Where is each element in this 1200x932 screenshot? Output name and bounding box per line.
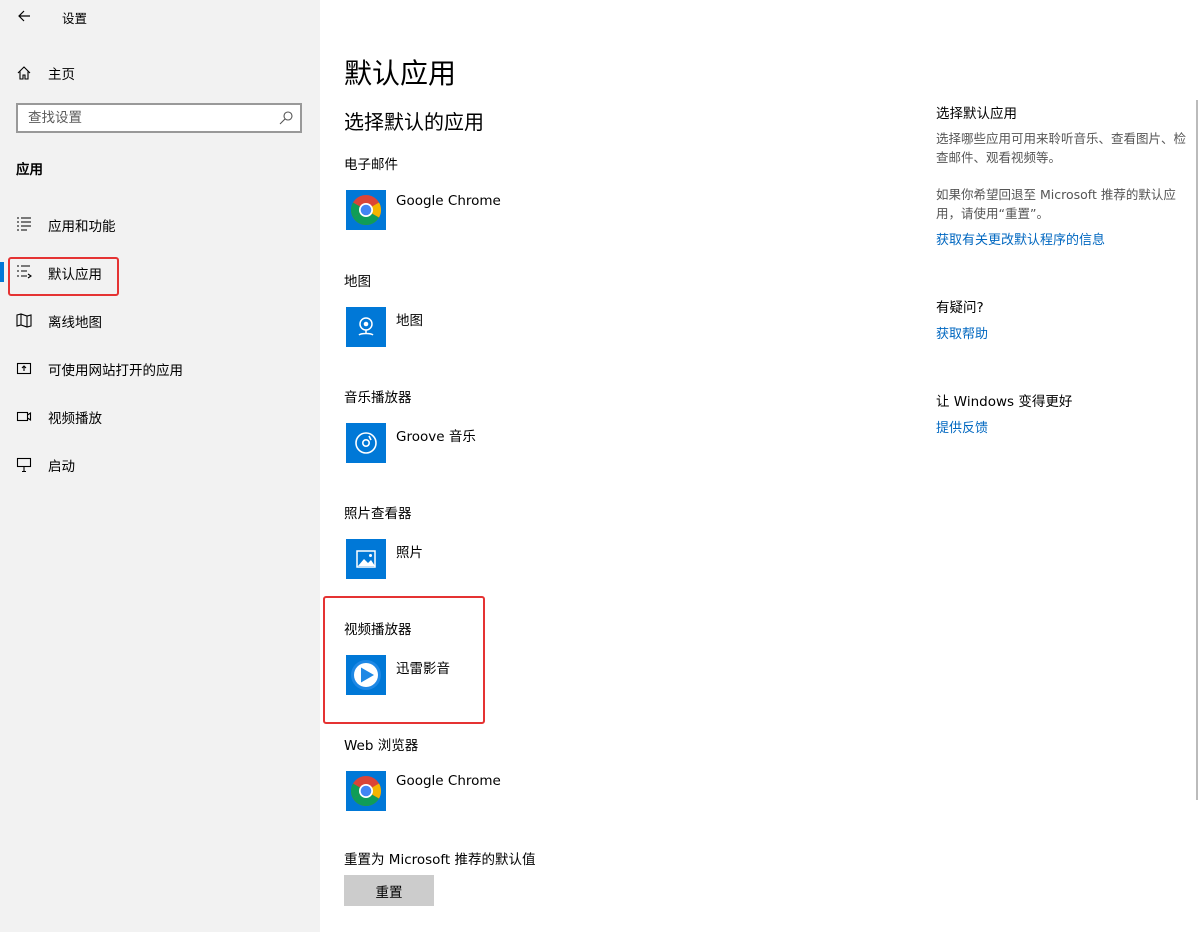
sidebar-item-label: 视频播放	[48, 411, 102, 427]
sidebar-item-label: 可使用网站打开的应用	[48, 363, 183, 379]
sidebar-item-label: 离线地图	[48, 315, 102, 331]
search-icon[interactable]	[278, 110, 294, 130]
sidebar-item-apps-features[interactable]: 应用和功能	[0, 202, 320, 246]
window-title: 设置	[62, 11, 88, 26]
default-app-maps-button[interactable]	[346, 307, 386, 347]
sidebar-item-label: 应用和功能	[48, 219, 116, 235]
default-app-name-maps: 地图	[396, 313, 423, 329]
give-feedback-link[interactable]: 提供反馈	[936, 417, 1186, 436]
home-icon	[17, 66, 31, 80]
related-reset-description: 如果你希望回退至 Microsoft 推荐的默认应用，请使用“重置”。	[936, 187, 1176, 221]
section-heading: 应用	[16, 162, 43, 178]
category-label-photos: 照片查看器	[344, 506, 412, 522]
groove-music-icon	[355, 432, 377, 454]
default-programs-info-link[interactable]: 获取有关更改默认程序的信息	[936, 229, 1186, 248]
default-app-name-music: Groove 音乐	[396, 429, 476, 445]
default-app-name-browser: Google Chrome	[396, 773, 501, 789]
reset-button[interactable]: 重置	[344, 875, 434, 906]
category-label-email: 电子邮件	[344, 157, 398, 173]
home-nav-item[interactable]: 主页	[16, 62, 75, 84]
category-label-music: 音乐播放器	[344, 390, 412, 406]
sidebar-item-startup[interactable]: 启动	[0, 442, 320, 486]
sidebar-item-offline-maps[interactable]: 离线地图	[0, 298, 320, 342]
related-description: 选择哪些应用可用来聆听音乐、查看图片、检查邮件、观看视频等。	[936, 131, 1187, 165]
reset-label: 重置为 Microsoft 推荐的默认值	[344, 852, 536, 868]
improve-windows-heading: 让 Windows 变得更好	[936, 394, 1073, 410]
highlight-box-default-apps	[8, 257, 119, 296]
default-app-email-button[interactable]	[346, 190, 386, 230]
default-app-name-email: Google Chrome	[396, 193, 501, 209]
photos-icon	[356, 550, 376, 568]
highlight-box-video-player	[323, 596, 485, 724]
back-arrow-icon	[18, 10, 30, 22]
sidebar-item-open-with-websites[interactable]: 可使用网站打开的应用	[0, 346, 320, 390]
default-app-browser-button[interactable]	[346, 771, 386, 811]
startup-icon	[16, 456, 32, 473]
scrollbar[interactable]	[1196, 100, 1198, 800]
sidebar-item-label: 启动	[48, 459, 75, 475]
default-app-music-button[interactable]	[346, 423, 386, 463]
related-heading: 选择默认应用	[936, 106, 1017, 122]
settings-sidebar: 设置 主页 应用 应用和功能 默认应用 离线地图 可	[0, 0, 320, 932]
chrome-icon	[350, 195, 382, 226]
category-label-maps: 地图	[344, 274, 371, 290]
search-box[interactable]	[16, 103, 302, 133]
maps-icon	[358, 317, 374, 336]
default-app-photos-button[interactable]	[346, 539, 386, 579]
open-with-icon	[16, 360, 32, 376]
section-subtitle: 选择默认的应用	[344, 110, 484, 134]
active-indicator	[0, 262, 4, 282]
get-help-link[interactable]: 获取帮助	[936, 323, 1186, 342]
page-title: 默认应用	[344, 57, 457, 90]
default-app-name-photos: 照片	[396, 545, 423, 561]
search-input[interactable]	[18, 105, 268, 131]
offline-map-icon	[16, 312, 32, 328]
chrome-icon	[350, 776, 382, 807]
back-button[interactable]	[12, 4, 36, 28]
category-label-web-browser: Web 浏览器	[344, 738, 419, 754]
home-label: 主页	[48, 67, 75, 83]
sidebar-item-video-playback[interactable]: 视频播放	[0, 394, 320, 438]
main-content: 默认应用 选择默认的应用 电子邮件 Google Chrome 地图 地图 音乐…	[320, 0, 1200, 932]
question-heading: 有疑问?	[936, 300, 984, 316]
video-icon	[16, 408, 32, 424]
apps-list-icon	[16, 216, 32, 232]
